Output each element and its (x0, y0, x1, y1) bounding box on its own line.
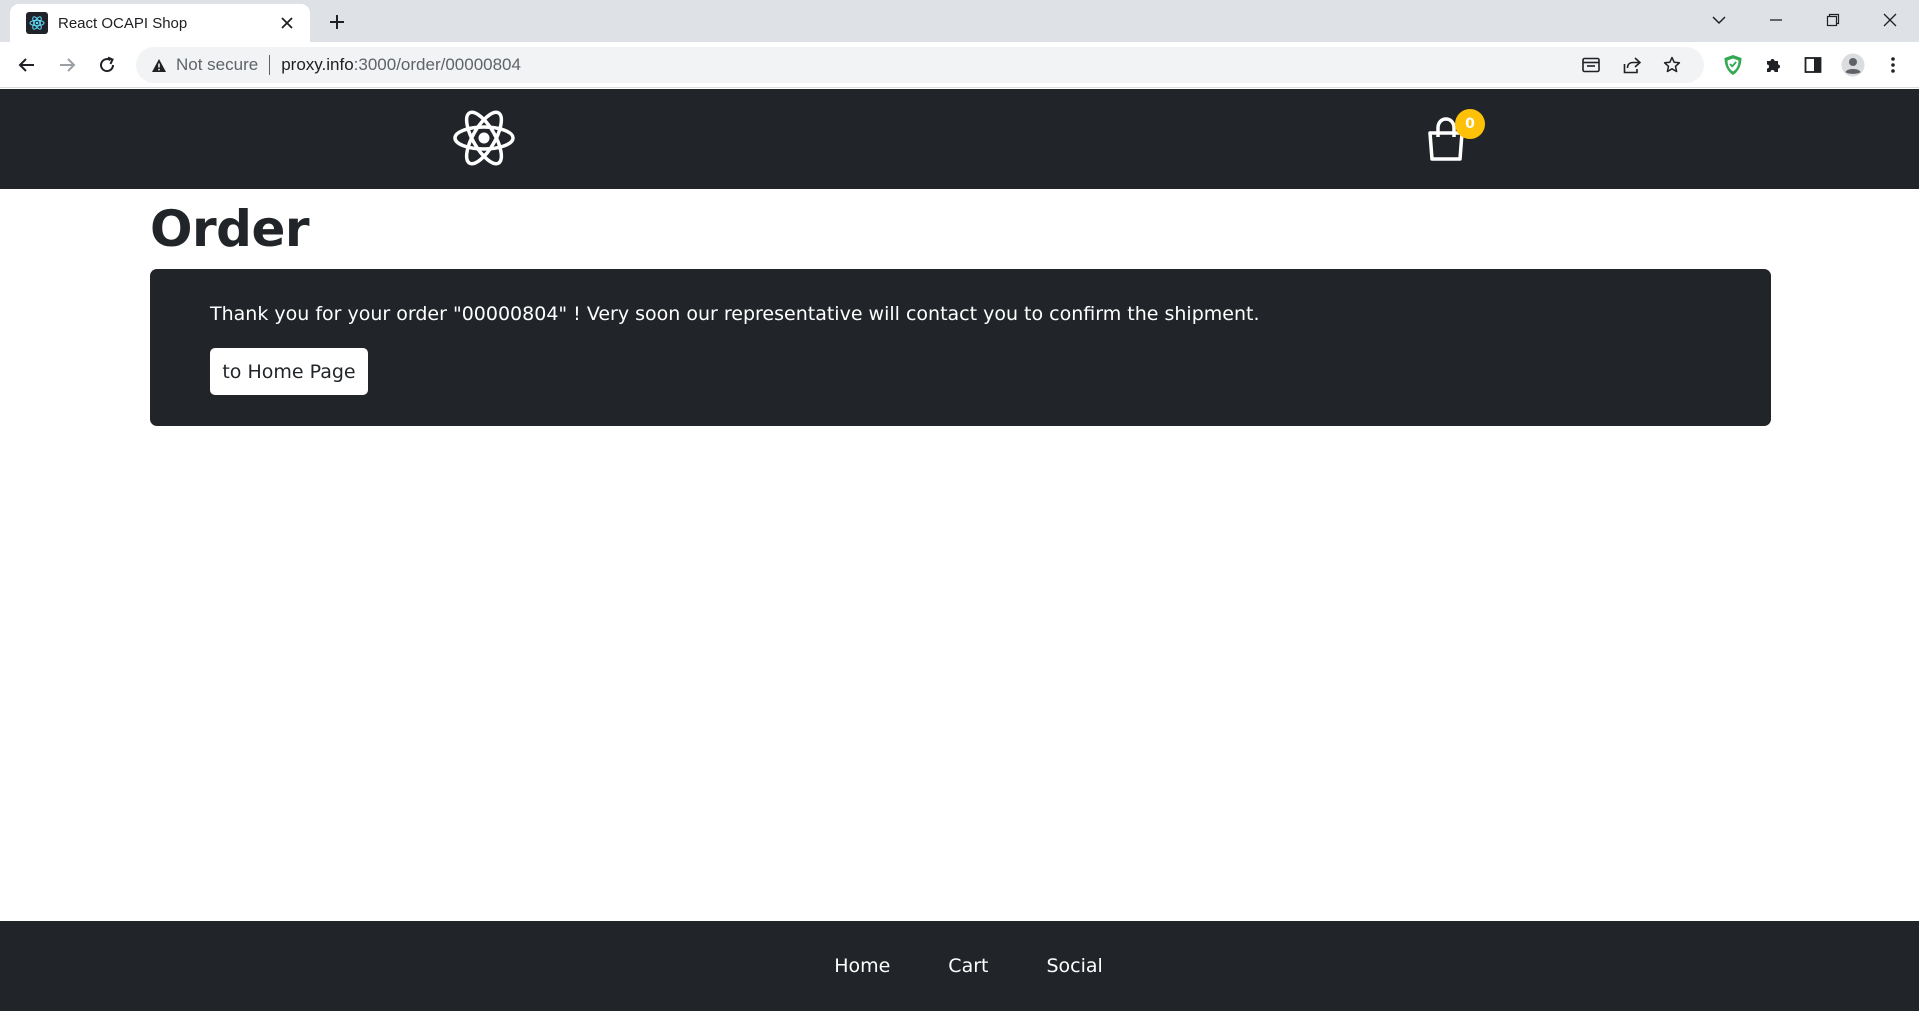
warning-icon[interactable] (150, 56, 168, 74)
install-app-icon[interactable] (1576, 50, 1606, 80)
tab-search-chevron-icon[interactable] (1690, 0, 1747, 40)
close-icon[interactable] (276, 12, 298, 34)
address-divider (269, 55, 271, 75)
browser-toolbar: Not secure proxy.info:3000/order/0000080… (0, 42, 1919, 88)
footer-link-social[interactable]: Social (1046, 955, 1102, 977)
close-window-icon[interactable] (1861, 0, 1918, 40)
profile-icon[interactable] (1838, 50, 1868, 80)
forward-arrow-icon[interactable] (51, 49, 83, 81)
browser-tab-active[interactable]: React OCAPI Shop (10, 4, 310, 42)
back-arrow-icon[interactable] (11, 49, 43, 81)
reload-icon[interactable] (91, 49, 123, 81)
site-header: 0 (0, 89, 1919, 189)
footer-nav: Home Cart Social (0, 921, 1919, 1011)
url-host: proxy.info (281, 55, 354, 74)
order-confirmation-panel: Thank you for your order "00000804" ! Ve… (150, 269, 1771, 426)
home-page-button[interactable]: to Home Page (210, 348, 368, 395)
kebab-menu-icon[interactable] (1878, 50, 1908, 80)
order-confirmation-message: Thank you for your order "00000804" ! Ve… (210, 303, 1260, 325)
address-bar[interactable]: Not secure proxy.info:3000/order/0000080… (136, 47, 1704, 83)
minimize-icon[interactable] (1747, 0, 1804, 40)
tab-title: React OCAPI Shop (58, 14, 188, 32)
browser-tabstrip: React OCAPI Shop (0, 0, 1919, 42)
star-icon[interactable] (1657, 50, 1687, 80)
cart-count-badge: 0 (1455, 109, 1485, 139)
page-title: Order (150, 200, 310, 258)
react-logo-icon (26, 12, 48, 34)
react-logo-icon[interactable] (452, 108, 516, 168)
shield-extension-icon[interactable] (1718, 50, 1748, 80)
share-icon[interactable] (1617, 50, 1647, 80)
footer-link-home[interactable]: Home (834, 955, 890, 977)
url-path: :3000/order/00000804 (353, 55, 521, 74)
footer-link-cart[interactable]: Cart (948, 955, 988, 977)
puzzle-icon[interactable] (1758, 50, 1788, 80)
side-panel-icon[interactable] (1798, 50, 1828, 80)
restore-icon[interactable] (1804, 0, 1861, 40)
security-label: Not secure (176, 55, 259, 74)
plus-icon[interactable] (322, 9, 352, 35)
site-footer: Home Cart Social (0, 921, 1919, 1011)
